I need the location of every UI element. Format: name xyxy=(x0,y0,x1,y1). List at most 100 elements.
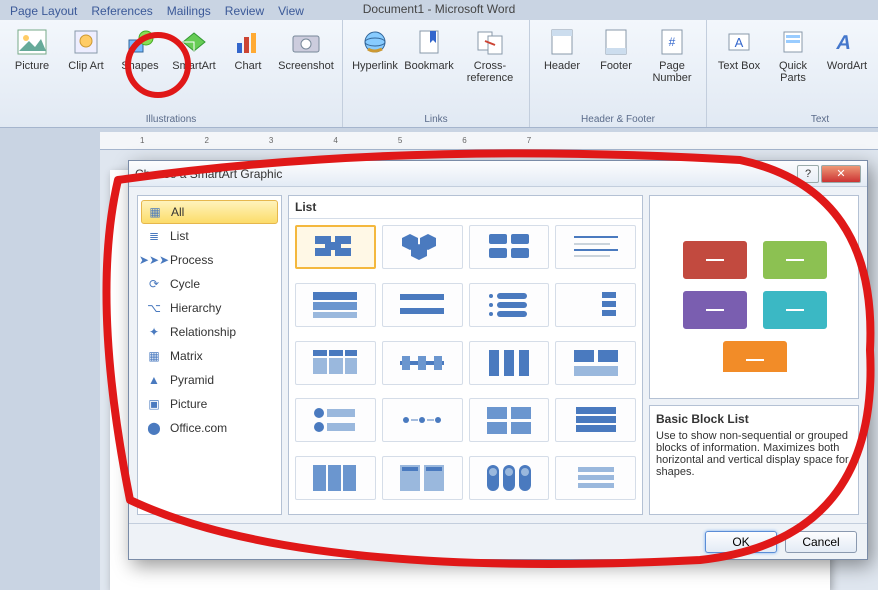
gallery-thumb[interactable] xyxy=(469,283,550,327)
hierarchy-icon: ⌥ xyxy=(146,300,162,316)
process-icon: ➤➤➤ xyxy=(146,252,162,268)
matrix-icon: ▦ xyxy=(146,348,162,364)
header-icon xyxy=(546,26,578,58)
group-text: A Text Box Quick Parts A WordArt A Drop … xyxy=(707,20,878,127)
category-relationship[interactable]: ✦Relationship xyxy=(138,320,281,344)
category-all[interactable]: ▦All xyxy=(141,200,278,224)
preview-title: Basic Block List xyxy=(656,412,852,426)
smartart-button[interactable]: SmartArt xyxy=(170,24,218,74)
pyramid-icon: ▲ xyxy=(146,372,162,388)
gallery-thumb[interactable] xyxy=(555,225,636,269)
crossref-button[interactable]: Cross-reference xyxy=(459,24,521,86)
preview-panel: Basic Block List Use to show non-sequent… xyxy=(649,195,859,515)
gallery-thumb[interactable] xyxy=(295,341,376,385)
gallery-thumb[interactable] xyxy=(295,283,376,327)
bookmark-button[interactable]: Bookmark xyxy=(405,24,453,74)
footer-button[interactable]: Footer xyxy=(592,24,640,74)
dialog-titlebar: Choose a SmartArt Graphic ? ✕ xyxy=(129,161,867,187)
smartart-dialog: Choose a SmartArt Graphic ? ✕ ▦All≣List➤… xyxy=(128,160,868,560)
group-label-links: Links xyxy=(424,114,447,125)
smartart-gallery: List xyxy=(288,195,643,515)
gallery-thumb[interactable] xyxy=(382,225,463,269)
category-cycle[interactable]: ⟳Cycle xyxy=(138,272,281,296)
clipart-icon xyxy=(70,26,102,58)
shapes-button[interactable]: Shapes xyxy=(116,24,164,74)
svg-text:A: A xyxy=(834,32,853,54)
group-label-text: Text xyxy=(811,114,829,125)
tab-references[interactable]: References xyxy=(91,4,152,18)
office-icon: ⬤ xyxy=(146,420,162,436)
gallery-thumb[interactable] xyxy=(295,456,376,500)
chart-icon xyxy=(232,26,264,58)
category-office[interactable]: ⬤Office.com xyxy=(138,416,281,440)
group-label-illustrations: Illustrations xyxy=(146,114,197,125)
gallery-thumb[interactable] xyxy=(469,398,550,442)
ribbon: Picture Clip Art Shapes SmartArt Chart S… xyxy=(0,20,878,128)
crossref-icon xyxy=(474,26,506,58)
picture-icon xyxy=(16,26,48,58)
wordart-button[interactable]: A WordArt xyxy=(823,24,871,74)
ribbon-tabs: Page Layout References Mailings Review V… xyxy=(0,2,314,20)
gallery-thumb[interactable] xyxy=(382,283,463,327)
bookmark-icon xyxy=(413,26,445,58)
preview-desc-text: Use to show non-sequential or grouped bl… xyxy=(656,430,852,478)
header-button[interactable]: Header xyxy=(538,24,586,74)
gallery-thumb[interactable] xyxy=(469,225,550,269)
gallery-thumb[interactable] xyxy=(469,456,550,500)
quickparts-button[interactable]: Quick Parts xyxy=(769,24,817,86)
gallery-thumb[interactable] xyxy=(555,283,636,327)
gallery-thumb[interactable] xyxy=(382,341,463,385)
screenshot-button[interactable]: Screenshot xyxy=(278,24,334,74)
gallery-heading: List xyxy=(289,196,642,219)
clipart-button[interactable]: Clip Art xyxy=(62,24,110,74)
gallery-thumb[interactable] xyxy=(295,398,376,442)
gallery-thumb[interactable] xyxy=(469,341,550,385)
textbox-button[interactable]: A Text Box xyxy=(715,24,763,74)
gallery-thumb[interactable] xyxy=(295,225,376,269)
tab-review[interactable]: Review xyxy=(225,4,264,18)
category-list[interactable]: ≣List xyxy=(138,224,281,248)
dialog-title: Choose a SmartArt Graphic xyxy=(135,167,282,181)
preview-description: Basic Block List Use to show non-sequent… xyxy=(649,405,859,515)
hyperlink-icon xyxy=(359,26,391,58)
gallery-thumb[interactable] xyxy=(555,398,636,442)
category-process[interactable]: ➤➤➤Process xyxy=(138,248,281,272)
pagenumber-button[interactable]: # Page Number xyxy=(646,24,698,86)
category-matrix[interactable]: ▦Matrix xyxy=(138,344,281,368)
category-pyramid[interactable]: ▲Pyramid xyxy=(138,368,281,392)
preview-image xyxy=(649,195,859,399)
pagenumber-icon: # xyxy=(656,26,688,58)
cycle-icon: ⟳ xyxy=(146,276,162,292)
horizontal-ruler: 1234567 xyxy=(100,132,878,150)
category-picture[interactable]: ▣Picture xyxy=(138,392,281,416)
group-label-headerfooter: Header & Footer xyxy=(581,114,655,125)
help-button[interactable]: ? xyxy=(797,165,819,183)
cancel-button[interactable]: Cancel xyxy=(785,531,857,553)
group-links: Hyperlink Bookmark Cross-reference Links xyxy=(343,20,530,127)
picture-button[interactable]: Picture xyxy=(8,24,56,74)
picture-icon: ▣ xyxy=(146,396,162,412)
shapes-icon xyxy=(124,26,156,58)
tab-view[interactable]: View xyxy=(278,4,304,18)
relationship-icon: ✦ xyxy=(146,324,162,340)
smartart-icon xyxy=(178,26,210,58)
category-hierarchy[interactable]: ⌥Hierarchy xyxy=(138,296,281,320)
group-headerfooter: Header Footer # Page Number Header & Foo… xyxy=(530,20,707,127)
close-button[interactable]: ✕ xyxy=(821,165,861,183)
textbox-icon: A xyxy=(723,26,755,58)
chart-button[interactable]: Chart xyxy=(224,24,272,74)
gallery-grid xyxy=(289,219,642,514)
gallery-thumb[interactable] xyxy=(382,456,463,500)
quickparts-icon xyxy=(777,26,809,58)
svg-text:A: A xyxy=(735,35,744,50)
svg-text:#: # xyxy=(669,35,676,49)
gallery-thumb[interactable] xyxy=(555,341,636,385)
tab-pagelayout[interactable]: Page Layout xyxy=(10,4,77,18)
gallery-thumb[interactable] xyxy=(382,398,463,442)
group-illustrations: Picture Clip Art Shapes SmartArt Chart S… xyxy=(0,20,343,127)
tab-mailings[interactable]: Mailings xyxy=(167,4,211,18)
footer-icon xyxy=(600,26,632,58)
ok-button[interactable]: OK xyxy=(705,531,777,553)
gallery-thumb[interactable] xyxy=(555,456,636,500)
hyperlink-button[interactable]: Hyperlink xyxy=(351,24,399,74)
